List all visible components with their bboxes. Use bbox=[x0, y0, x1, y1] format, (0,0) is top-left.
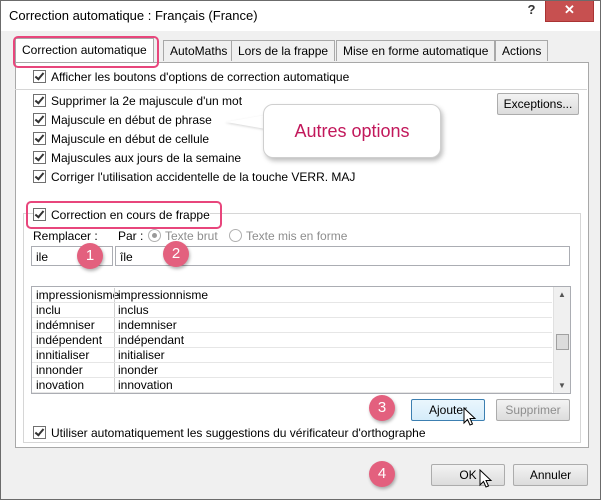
list-item[interactable]: innonder inonder bbox=[32, 363, 552, 378]
help-button[interactable]: ? bbox=[519, 1, 544, 21]
checkbox[interactable] bbox=[33, 170, 46, 184]
capitalize-sentence-checkbox[interactable]: Majuscule en début de phrase bbox=[33, 112, 212, 128]
ok-button[interactable]: OK bbox=[431, 464, 505, 486]
list-item[interactable]: indépendent indépendant bbox=[32, 333, 552, 348]
list-item[interactable]: impressionisme impressionnisme bbox=[32, 288, 552, 303]
list-item[interactable]: inclu inclus bbox=[32, 303, 552, 318]
checkbox-label: Majuscules aux jours de la semaine bbox=[51, 150, 242, 165]
capitalize-days-checkbox[interactable]: Majuscules aux jours de la semaine bbox=[33, 150, 241, 166]
checkbox[interactable] bbox=[33, 208, 46, 222]
checkbox[interactable] bbox=[33, 426, 46, 440]
autocorrect-dialog: Correction automatique : Français (Franc… bbox=[0, 0, 601, 500]
window-title: Correction automatique : Français (Franc… bbox=[9, 8, 258, 23]
formatted-text-radio[interactable]: Texte mis en forme bbox=[229, 228, 347, 243]
delete-button[interactable]: Supprimer bbox=[496, 399, 570, 421]
caps-lock-checkbox[interactable]: Corriger l'utilisation accidentelle de l… bbox=[33, 169, 355, 185]
title-bar: Correction automatique : Français (Franc… bbox=[1, 1, 600, 31]
checkbox-label: Supprimer la 2e majuscule d'un mot bbox=[51, 93, 243, 108]
step-badge-4: 4 bbox=[369, 461, 395, 487]
checkbox-label: Utiliser automatiquement les suggestions… bbox=[51, 425, 426, 440]
close-button[interactable]: ✕ bbox=[545, 1, 594, 22]
tab-mise-en-forme[interactable]: Mise en forme automatique bbox=[336, 40, 496, 61]
spellcheck-suggestions-checkbox[interactable]: Utiliser automatiquement les suggestions… bbox=[33, 425, 426, 441]
replacement-list[interactable]: impressionisme impressionnisme inclu inclu… bbox=[31, 286, 571, 394]
list-item[interactable]: indémniser indemniser bbox=[32, 318, 552, 333]
exceptions-button[interactable]: Exceptions... bbox=[497, 93, 579, 115]
list-scrollbar[interactable]: ▲ ▼ bbox=[553, 287, 570, 393]
mouse-cursor-icon bbox=[479, 469, 493, 488]
plain-text-radio[interactable]: Texte brut bbox=[148, 228, 218, 243]
radio-label: Texte mis en forme bbox=[246, 228, 348, 243]
callout-pointer bbox=[226, 115, 266, 129]
checkbox-label: Afficher les boutons d'options de correc… bbox=[51, 69, 350, 84]
scroll-up-icon[interactable]: ▲ bbox=[554, 287, 570, 302]
replace-as-you-type-checkbox[interactable]: Correction en cours de frappe bbox=[33, 207, 210, 223]
callout-text: Autres options bbox=[294, 121, 410, 141]
checkbox-label: Correction en cours de frappe bbox=[51, 207, 210, 222]
cancel-button[interactable]: Annuler bbox=[513, 464, 588, 486]
capitalize-cell-checkbox[interactable]: Majuscule en début de cellule bbox=[33, 131, 209, 147]
checkbox[interactable] bbox=[33, 132, 46, 146]
tab-lors-de-la-frappe[interactable]: Lors de la frappe bbox=[231, 40, 336, 61]
scroll-thumb[interactable] bbox=[556, 334, 569, 350]
scroll-down-icon[interactable]: ▼ bbox=[554, 378, 570, 393]
checkbox[interactable] bbox=[33, 151, 46, 165]
mouse-cursor-icon bbox=[463, 407, 477, 426]
replace-label: Remplacer : bbox=[33, 229, 98, 243]
checkbox-label: Corriger l'utilisation accidentelle de l… bbox=[51, 169, 356, 184]
list-item[interactable]: inovation innovation bbox=[32, 378, 552, 393]
by-label: Par : bbox=[118, 229, 144, 243]
tab-automaths[interactable]: AutoMaths bbox=[163, 40, 235, 61]
step-badge-3: 3 bbox=[369, 395, 395, 421]
step-badge-1: 1 bbox=[77, 243, 103, 269]
list-item[interactable]: innitialiser initialiser bbox=[32, 348, 552, 363]
step-badge-2: 2 bbox=[163, 241, 189, 267]
tab-correction-automatique[interactable]: Correction automatique bbox=[15, 38, 154, 62]
checkbox-label: Majuscule en début de phrase bbox=[51, 112, 212, 127]
checkbox[interactable] bbox=[33, 94, 46, 108]
checkbox-label: Majuscule en début de cellule bbox=[51, 131, 210, 146]
show-options-buttons-checkbox[interactable]: Afficher les boutons d'options de correc… bbox=[33, 69, 349, 85]
checkbox[interactable] bbox=[33, 70, 46, 84]
checkbox[interactable] bbox=[33, 113, 46, 127]
two-initial-caps-checkbox[interactable]: Supprimer la 2e majuscule d'un mot bbox=[33, 93, 242, 109]
tab-actions[interactable]: Actions bbox=[495, 40, 549, 61]
radio-button[interactable] bbox=[148, 229, 161, 243]
divider bbox=[15, 89, 587, 90]
radio-button[interactable] bbox=[229, 229, 242, 243]
annotation-callout: Autres options bbox=[263, 104, 441, 158]
